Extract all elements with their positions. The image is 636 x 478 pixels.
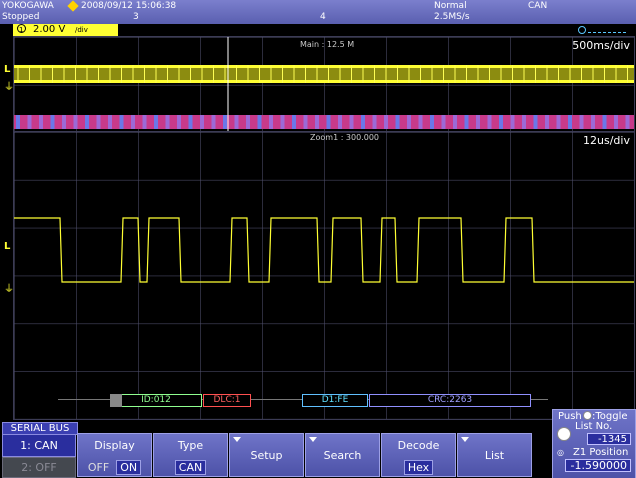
display-softkey[interactable]: Display OFF ON: [77, 433, 152, 477]
type-value: CAN: [174, 460, 207, 475]
acquisition-count: 3: [133, 12, 139, 22]
display-label: Display: [94, 439, 135, 452]
zoom-waveform-plot[interactable]: Zoom1 : 300.000 12us/div: [13, 131, 635, 420]
search-softkey[interactable]: Search: [305, 433, 380, 477]
trigger-icon: [578, 26, 628, 34]
type-softkey[interactable]: Type CAN: [153, 433, 228, 477]
channel-number: 1: [19, 26, 24, 34]
search-label: Search: [323, 449, 362, 462]
can-decode-bar[interactable]: ID:012 DLC:1 D1:FE CRC:2263: [58, 394, 548, 407]
channel-unit: /div: [75, 26, 88, 34]
display-off-option: OFF: [87, 461, 110, 474]
datetime: 2008/09/12 15:06:38: [81, 1, 177, 11]
jog-shuttle-panel[interactable]: Push :Toggle List No. -1345 ◎ Z1 Positio…: [552, 409, 636, 478]
channel1-scale-indicator[interactable]: 1 2.00 V /div: [13, 24, 118, 36]
main-level-marker: L: [4, 64, 11, 75]
type-label: Type: [177, 439, 204, 452]
decode-label: Decode: [397, 439, 440, 452]
serial-bus-2-button[interactable]: 2: OFF: [2, 457, 76, 478]
dial-icon: ◎: [557, 448, 564, 457]
arrow-down-icon: [233, 437, 241, 442]
setup-softkey[interactable]: Setup: [229, 433, 304, 477]
decode-value: Hex: [403, 460, 434, 475]
decode-softkey[interactable]: Decode Hex: [381, 433, 456, 477]
list-softkey[interactable]: List: [457, 433, 532, 477]
list-no-label: List No.: [575, 421, 613, 432]
decode-dlc-segment: DLC:1: [203, 394, 251, 407]
zoom-level-marker: L: [4, 241, 11, 252]
main-ground-marker: ⏚: [4, 82, 14, 93]
main-waveform: [14, 37, 634, 131]
setup-label: Setup: [250, 449, 283, 462]
channel-scale: 2.00 V: [33, 24, 66, 35]
dial-icon: [583, 411, 592, 420]
trigger-type: CAN: [528, 1, 548, 11]
decode-id-segment: ID:012: [110, 394, 202, 407]
logo-diamond-icon: [67, 0, 79, 12]
list-no-value[interactable]: -1345: [587, 433, 631, 445]
acquisition-status: Stopped: [2, 12, 40, 22]
z1-position-label: Z1 Position: [573, 447, 629, 458]
decode-data-segment: D1:FE: [302, 394, 368, 407]
z1-position-value[interactable]: -1.590000: [565, 459, 631, 472]
arrow-down-icon: [461, 437, 469, 442]
decode-crc-segment: CRC:2263: [369, 394, 531, 407]
trigger-mode: Normal: [434, 1, 467, 11]
oscilloscope-screen: YOKOGAWA 2008/09/12 15:06:38 Stopped 3 4…: [0, 0, 636, 478]
list-label: List: [484, 449, 505, 462]
display-on-option: ON: [116, 460, 142, 475]
status-header: YOKOGAWA 2008/09/12 15:06:38 Stopped 3 4…: [0, 0, 636, 24]
sample-rate: 2.5MS/s: [434, 12, 470, 22]
center-value: 4: [320, 12, 326, 22]
brand-label: YOKOGAWA: [2, 1, 54, 11]
dial-icon: [557, 427, 571, 441]
zoom-can-waveform: [14, 217, 634, 283]
main-waveform-plot[interactable]: Main : 12.5 M 500ms/div: [13, 36, 635, 132]
arrow-down-icon: [309, 437, 317, 442]
serial-bus-1-button[interactable]: 1: CAN: [2, 434, 76, 457]
zoom-ground-marker: ⏚: [4, 284, 14, 295]
